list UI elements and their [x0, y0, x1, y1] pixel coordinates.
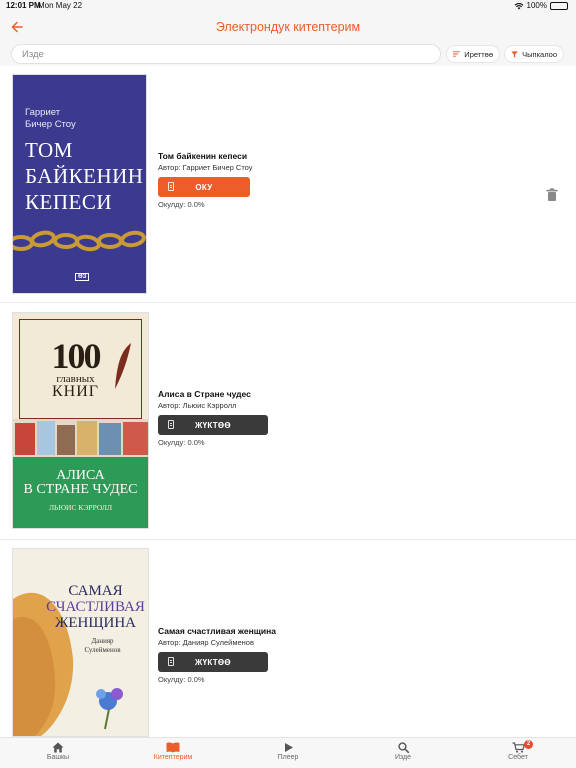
book-row[interactable]: 100 главных КНИГ АЛИСА В СТРАНЕ ЧУДЕС ЛЬ…	[0, 303, 576, 540]
read-progress: Окулду: 0.0%	[158, 200, 205, 209]
nav-label: Плеер	[277, 754, 299, 761]
home-icon	[52, 742, 64, 753]
book-cover: Гарриет Бичер Стоу ТОМ БАЙКЕНИН КЕПЕСИ Ө…	[12, 74, 147, 294]
play-icon	[284, 743, 293, 752]
nav-player[interactable]: Плеер	[243, 738, 333, 768]
search-icon	[397, 742, 409, 753]
toolbar: Иреттөө Чыпкалоо	[0, 42, 576, 66]
sort-button[interactable]: Иреттөө	[446, 45, 500, 63]
quill-icon	[115, 343, 131, 389]
cover-author: ЛЬЮИС КЭРРОЛЛ	[48, 503, 113, 512]
status-right: 100%	[514, 1, 568, 10]
filter-label: Чыпкалоо	[522, 49, 557, 59]
cover-author: Данияр	[91, 637, 114, 645]
book-cover: 100 главных КНИГ АЛИСА В СТРАНЕ ЧУДЕС ЛЬ…	[12, 312, 149, 529]
nav-label: Китептерим	[153, 754, 193, 761]
nav-search[interactable]: Изде	[358, 738, 448, 768]
book-icon	[166, 742, 180, 753]
nav-label: Себет	[508, 754, 528, 761]
download-button[interactable]: ЖҮКТӨӨ	[158, 652, 268, 672]
nav-cart[interactable]: 2 Себет	[473, 738, 563, 768]
cart-icon	[512, 742, 525, 753]
bottom-nav: Башкы Китептерим Плеер Изде 2 Себет	[0, 737, 576, 768]
book-info: Том байкенин кепеси Автор: Гарриет Бичер…	[158, 150, 458, 209]
nav-my-books[interactable]: Китептерим	[128, 738, 218, 768]
cover-title-line: ЖЕНЩИНА	[54, 615, 137, 631]
search-input[interactable]	[11, 44, 441, 64]
book-row[interactable]: Гарриет Бичер Стоу ТОМ БАЙКЕНИН КЕПЕСИ Ө…	[0, 66, 576, 303]
book-title: Том байкенин кепеси	[158, 151, 248, 161]
header: Электрондук китептерим	[0, 12, 576, 42]
nav-home[interactable]: Башкы	[13, 738, 103, 768]
filter-button[interactable]: Чыпкалоо	[504, 45, 564, 63]
nav-label: Башкы	[46, 754, 70, 761]
cover-author: Гарриет Бичер Стоу	[25, 107, 76, 130]
book-title: Самая счастливая женщина	[158, 626, 276, 636]
cover-title-line: САМАЯ	[68, 583, 123, 599]
read-progress: Окулду: 0.0%	[158, 438, 205, 447]
book-title: Алиса в Стране чудес	[158, 389, 251, 399]
book-file-icon	[168, 657, 174, 666]
cart-badge: 2	[524, 740, 533, 749]
book-cover: САМАЯ СЧАСТЛИВАЯ ЖЕНЩИНА Данияр Сулеймен…	[12, 548, 149, 737]
download-button-label: ЖҮКТӨӨ	[195, 657, 231, 667]
download-button[interactable]: ЖҮКТӨӨ	[158, 415, 268, 435]
nav-label: Изде	[394, 754, 412, 761]
sort-icon	[453, 51, 461, 57]
publisher-logo: ӨЗ	[75, 273, 90, 281]
status-time: 12:01 PM	[6, 1, 41, 10]
book-author: Автор: Гарриет Бичер Стоу	[158, 163, 253, 172]
status-date: Mon May 22	[38, 1, 83, 10]
sort-label: Иреттөө	[464, 49, 493, 59]
cover-title-line: БАЙКЕНИН	[25, 164, 144, 188]
cover-title-line: АЛИСА	[56, 468, 105, 483]
book-author: Автор: Данияр Сулейменов	[158, 638, 254, 647]
trash-icon[interactable]	[546, 188, 558, 202]
battery-percent: 100%	[526, 1, 547, 10]
read-button[interactable]: ОКУ	[158, 177, 250, 197]
cover-title-line: В СТРАНЕ ЧУДЕС	[23, 482, 138, 497]
book-row[interactable]: САМАЯ СЧАСТЛИВАЯ ЖЕНЩИНА Данияр Сулеймен…	[0, 540, 576, 737]
filter-icon	[511, 50, 518, 58]
download-button-label: ЖҮКТӨӨ	[195, 420, 231, 430]
book-info: Алиса в Стране чудес Автор: Льюис Кэррол…	[158, 388, 458, 447]
wifi-icon	[514, 2, 523, 9]
cover-title-line: СЧАСТЛИВАЯ	[46, 599, 145, 615]
status-bar: 12:01 PM Mon May 22 100%	[0, 0, 576, 12]
book-file-icon	[168, 420, 174, 429]
illustration-strip	[13, 419, 148, 457]
cover-title-line: ТОМ	[25, 138, 73, 162]
cover-title-line: КЕПЕСИ	[25, 190, 112, 214]
cover-author: Сулейменов	[84, 646, 121, 654]
page-title: Электрондук китептерим	[215, 20, 361, 34]
cover-chain-art	[13, 230, 146, 252]
book-info: Самая счастливая женщина Автор: Данияр С…	[158, 625, 458, 684]
book-author: Автор: Льюис Кэрролл	[158, 401, 237, 410]
battery-icon	[550, 1, 568, 10]
read-progress: Окулду: 0.0%	[158, 675, 205, 684]
book-file-icon	[168, 182, 174, 191]
